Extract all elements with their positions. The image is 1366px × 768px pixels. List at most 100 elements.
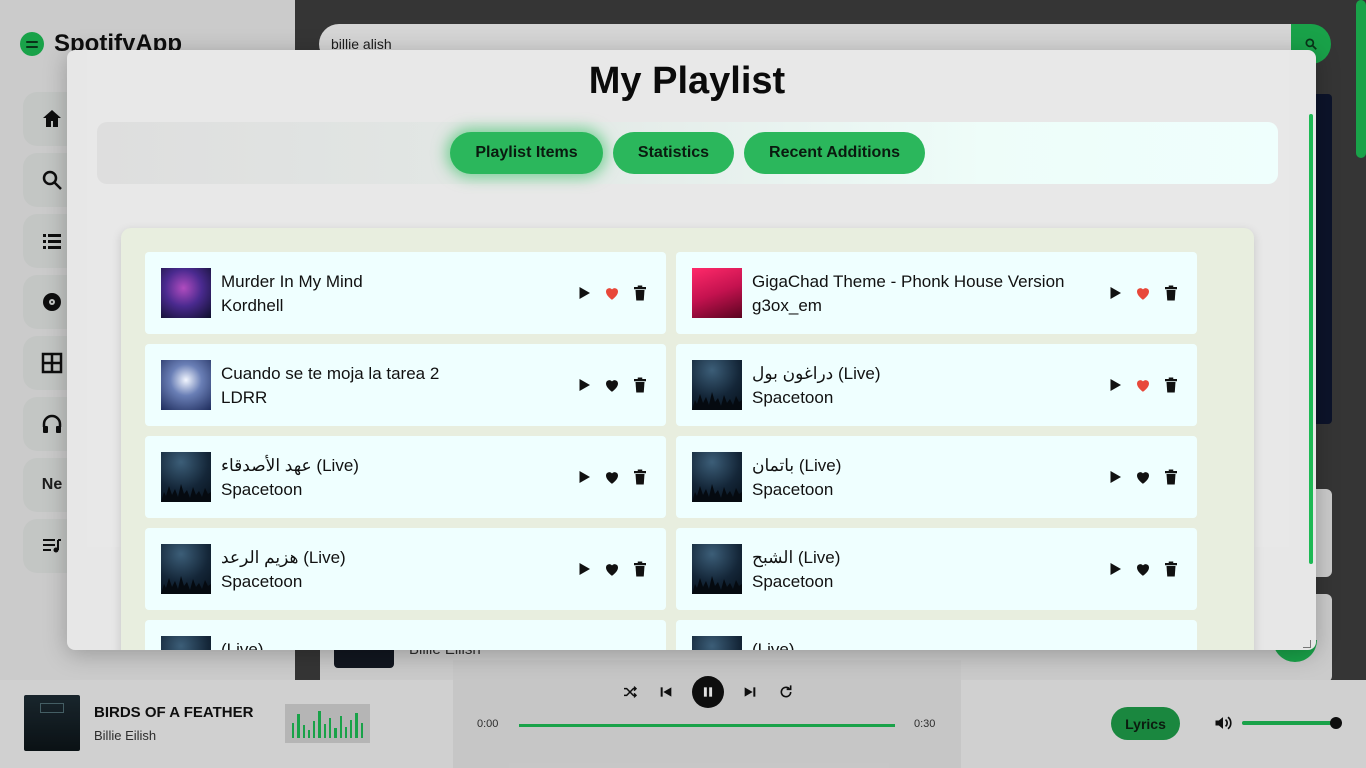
- like-track-button[interactable]: [602, 375, 622, 395]
- track-actions: [574, 559, 650, 579]
- track-cover: [692, 268, 742, 318]
- track-title: عهد الأصدقاء (Live): [221, 456, 359, 475]
- track-cover: [692, 360, 742, 410]
- track-cover: [161, 544, 211, 594]
- track-artist: Spacetoon: [221, 572, 303, 591]
- track-card[interactable]: باتمان (Live) Spacetoon: [676, 436, 1197, 518]
- tab-statistics[interactable]: Statistics: [613, 132, 734, 174]
- play-track-button[interactable]: [574, 559, 594, 579]
- playlist-items-panel: Murder In My Mind Kordhell GigaChad Theme …: [121, 228, 1254, 650]
- track-actions: [574, 467, 650, 487]
- heart-icon: [1134, 376, 1152, 394]
- track-artist: Kordhell: [221, 296, 284, 315]
- track-actions: [1105, 283, 1181, 303]
- trash-icon: [631, 560, 649, 578]
- like-track-button[interactable]: [602, 283, 622, 303]
- modal-scrollbar[interactable]: [1309, 114, 1313, 564]
- delete-track-button[interactable]: [1161, 375, 1181, 395]
- delete-track-button[interactable]: [1161, 283, 1181, 303]
- track-title: Cuando se te moja la tarea 2: [221, 364, 440, 383]
- delete-track-button[interactable]: [630, 467, 650, 487]
- track-title: Murder In My Mind: [221, 272, 363, 291]
- track-actions: [1105, 375, 1181, 395]
- track-card[interactable]: هزيم الرعد (Live) Spacetoon: [145, 528, 666, 610]
- track-title: الشبح (Live): [752, 548, 841, 567]
- track-artist: Spacetoon: [752, 388, 834, 407]
- playlist-modal: My Playlist Playlist Items Statistics Re…: [67, 50, 1316, 650]
- track-artist: g3ox_em: [752, 296, 822, 315]
- play-icon: [575, 284, 593, 302]
- play-track-button[interactable]: [1105, 283, 1125, 303]
- like-track-button[interactable]: [602, 559, 622, 579]
- play-track-button[interactable]: [574, 283, 594, 303]
- track-artist: Spacetoon: [752, 480, 834, 499]
- track-card[interactable]: Murder In My Mind Kordhell: [145, 252, 666, 334]
- track-card[interactable]: (Live): [145, 620, 666, 650]
- track-cover: [161, 636, 211, 650]
- play-icon: [1106, 560, 1124, 578]
- track-actions: [1105, 559, 1181, 579]
- delete-track-button[interactable]: [630, 375, 650, 395]
- heart-icon: [603, 468, 621, 486]
- heart-icon: [603, 560, 621, 578]
- like-track-button[interactable]: [1133, 559, 1153, 579]
- trash-icon: [1162, 376, 1180, 394]
- delete-track-button[interactable]: [1161, 559, 1181, 579]
- track-actions: [574, 283, 650, 303]
- track-card[interactable]: GigaChad Theme - Phonk House Version g3ox…: [676, 252, 1197, 334]
- trash-icon: [631, 468, 649, 486]
- tab-playlist-items[interactable]: Playlist Items: [450, 132, 603, 174]
- track-card[interactable]: الشبح (Live) Spacetoon: [676, 528, 1197, 610]
- track-card[interactable]: عهد الأصدقاء (Live) Spacetoon: [145, 436, 666, 518]
- track-cover: [161, 268, 211, 318]
- track-card[interactable]: دراغون بول (Live) Spacetoon: [676, 344, 1197, 426]
- track-card[interactable]: (Live): [676, 620, 1197, 650]
- track-title: (Live): [752, 640, 795, 650]
- track-cover: [692, 452, 742, 502]
- like-track-button[interactable]: [602, 467, 622, 487]
- play-track-button[interactable]: [574, 375, 594, 395]
- track-cover: [692, 544, 742, 594]
- track-list: Murder In My Mind Kordhell GigaChad Theme …: [145, 252, 1197, 650]
- track-actions: [574, 375, 650, 395]
- play-track-button[interactable]: [1105, 467, 1125, 487]
- track-artist: LDRR: [221, 388, 268, 407]
- like-track-button[interactable]: [1133, 283, 1153, 303]
- track-artist: Spacetoon: [752, 572, 834, 591]
- heart-icon: [1134, 560, 1152, 578]
- track-title: باتمان (Live): [752, 456, 842, 475]
- play-icon: [1106, 468, 1124, 486]
- play-icon: [1106, 284, 1124, 302]
- heart-icon: [603, 284, 621, 302]
- play-track-button[interactable]: [574, 467, 594, 487]
- track-actions: [1105, 467, 1181, 487]
- play-icon: [575, 560, 593, 578]
- trash-icon: [631, 376, 649, 394]
- heart-icon: [1134, 284, 1152, 302]
- play-icon: [575, 468, 593, 486]
- delete-track-button[interactable]: [630, 559, 650, 579]
- heart-icon: [1134, 468, 1152, 486]
- play-track-button[interactable]: [1105, 559, 1125, 579]
- track-title: (Live): [221, 640, 264, 650]
- play-track-button[interactable]: [1105, 375, 1125, 395]
- trash-icon: [1162, 468, 1180, 486]
- play-icon: [575, 376, 593, 394]
- track-title: GigaChad Theme - Phonk House Version: [752, 272, 1065, 291]
- resize-handle[interactable]: [1303, 640, 1311, 648]
- track-cover: [692, 636, 742, 650]
- delete-track-button[interactable]: [630, 283, 650, 303]
- track-cover: [161, 360, 211, 410]
- tab-bar: Playlist Items Statistics Recent Additio…: [97, 122, 1278, 184]
- tab-recent-additions[interactable]: Recent Additions: [744, 132, 925, 174]
- trash-icon: [1162, 284, 1180, 302]
- track-title: دراغون بول (Live): [752, 364, 881, 383]
- trash-icon: [631, 284, 649, 302]
- delete-track-button[interactable]: [1161, 467, 1181, 487]
- like-track-button[interactable]: [1133, 375, 1153, 395]
- heart-icon: [603, 376, 621, 394]
- track-title: هزيم الرعد (Live): [221, 548, 346, 567]
- track-card[interactable]: Cuando se te moja la tarea 2 LDRR: [145, 344, 666, 426]
- trash-icon: [1162, 560, 1180, 578]
- like-track-button[interactable]: [1133, 467, 1153, 487]
